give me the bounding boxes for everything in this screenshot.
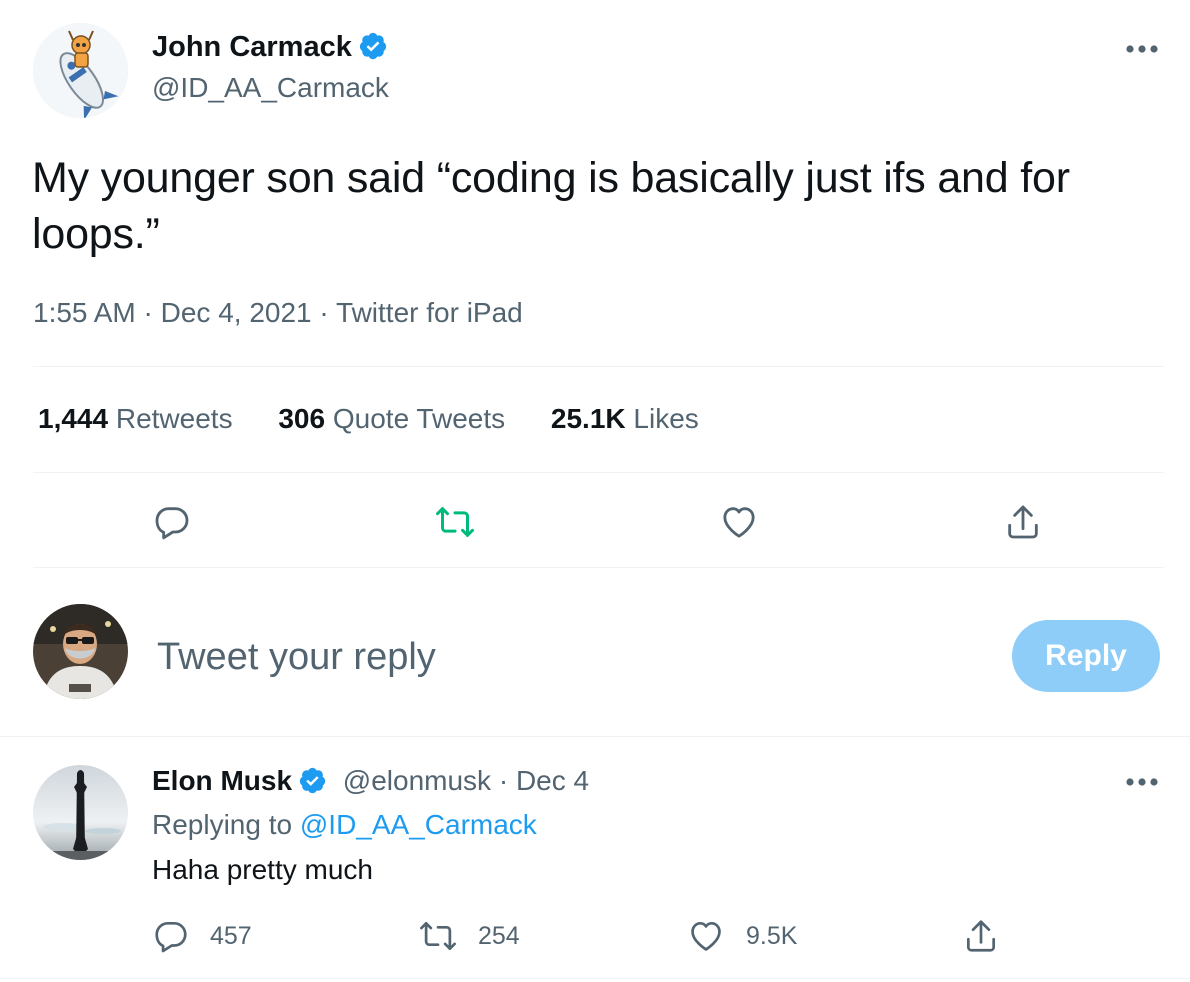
share-button[interactable] (993, 497, 1053, 547)
reply-like-button[interactable]: 9.5K (686, 915, 797, 957)
reply-reply-button[interactable]: 457 (152, 915, 252, 957)
reply-author-handle[interactable]: @elonmusk (343, 765, 491, 796)
reply-count: 457 (210, 921, 252, 950)
quote-tweets-count: 306 (278, 403, 326, 434)
retweets-label: Retweets (115, 403, 233, 434)
like-button[interactable] (709, 497, 769, 547)
reply-text-input[interactable] (155, 633, 959, 681)
verified-badge-icon (298, 766, 327, 803)
tweet-time[interactable]: 1:55 AM (33, 297, 136, 328)
divider (0, 736, 1190, 737)
reply-header: Elon Musk @elonmusk · Dec 4 (152, 764, 589, 803)
divider (0, 978, 1190, 979)
likes-stat[interactable]: 25.1K Likes (551, 402, 699, 436)
separator-dot: · (143, 297, 153, 328)
reply-share-button[interactable] (962, 915, 1020, 957)
replying-to-prefix: Replying to (152, 809, 293, 840)
divider (33, 472, 1164, 473)
reply-author-avatar[interactable] (33, 765, 128, 860)
replying-to-handle-link[interactable]: @ID_AA_Carmack (300, 809, 537, 840)
more-dots-icon (1126, 45, 1158, 53)
rocket-mascot-avatar-image (33, 23, 128, 118)
retweet-count: 254 (478, 921, 520, 950)
more-dots-icon (1126, 778, 1158, 786)
tweet-source[interactable]: Twitter for iPad (336, 297, 523, 328)
replying-to-line: Replying to @ID_AA_Carmack (152, 808, 537, 842)
tweet-date[interactable]: Dec 4, 2021 (161, 297, 312, 328)
like-count: 9.5K (746, 921, 798, 950)
retweet-icon (436, 507, 474, 537)
likes-label: Likes (633, 403, 699, 434)
quote-tweets-label: Quote Tweets (332, 403, 506, 434)
author-handle[interactable]: @ID_AA_Carmack (152, 71, 389, 105)
share-icon (1008, 505, 1038, 539)
reply-author-display-name[interactable]: Elon Musk (152, 765, 292, 796)
divider (33, 567, 1164, 568)
reply-icon (155, 921, 187, 953)
heart-icon (723, 507, 755, 538)
retweets-count: 1,444 (38, 403, 109, 434)
reply-retweet-button[interactable]: 254 (418, 915, 520, 957)
likes-count: 25.1K (550, 403, 626, 434)
retweet-icon (420, 921, 456, 951)
tweet-text: My younger son said “coding is basically… (32, 154, 1070, 258)
divider (33, 366, 1164, 367)
author-display-name[interactable]: John Carmack (152, 31, 352, 63)
verified-badge-icon (358, 31, 388, 66)
author-avatar[interactable] (33, 23, 128, 118)
reply-submit-button[interactable]: Reply (1012, 620, 1160, 692)
reply-tweet-text: Haha pretty much (152, 854, 373, 885)
share-icon (966, 920, 996, 952)
retweet-button[interactable] (425, 497, 485, 547)
reply-button[interactable] (142, 497, 202, 547)
engagement-stats: 1,444 Retweets 306 Quote Tweets 25.1K Li… (38, 402, 737, 436)
reply-icon (155, 507, 189, 540)
tweet-metadata: 1:55 AM · Dec 4, 2021 · Twitter for iPad (33, 296, 523, 330)
retweets-stat[interactable]: 1,444 Retweets (38, 402, 233, 436)
reply-date[interactable]: Dec 4 (516, 765, 589, 796)
separator-dot: · (319, 297, 329, 328)
current-user-photo-image (33, 604, 128, 699)
separator-dot: · (498, 765, 509, 796)
quote-tweets-stat[interactable]: 306 Quote Tweets (278, 402, 505, 436)
more-options-button[interactable] (1122, 34, 1162, 64)
heart-icon (691, 921, 721, 951)
reply-more-options-button[interactable] (1122, 767, 1162, 797)
starship-avatar-image (33, 765, 128, 860)
current-user-avatar[interactable] (33, 604, 128, 699)
